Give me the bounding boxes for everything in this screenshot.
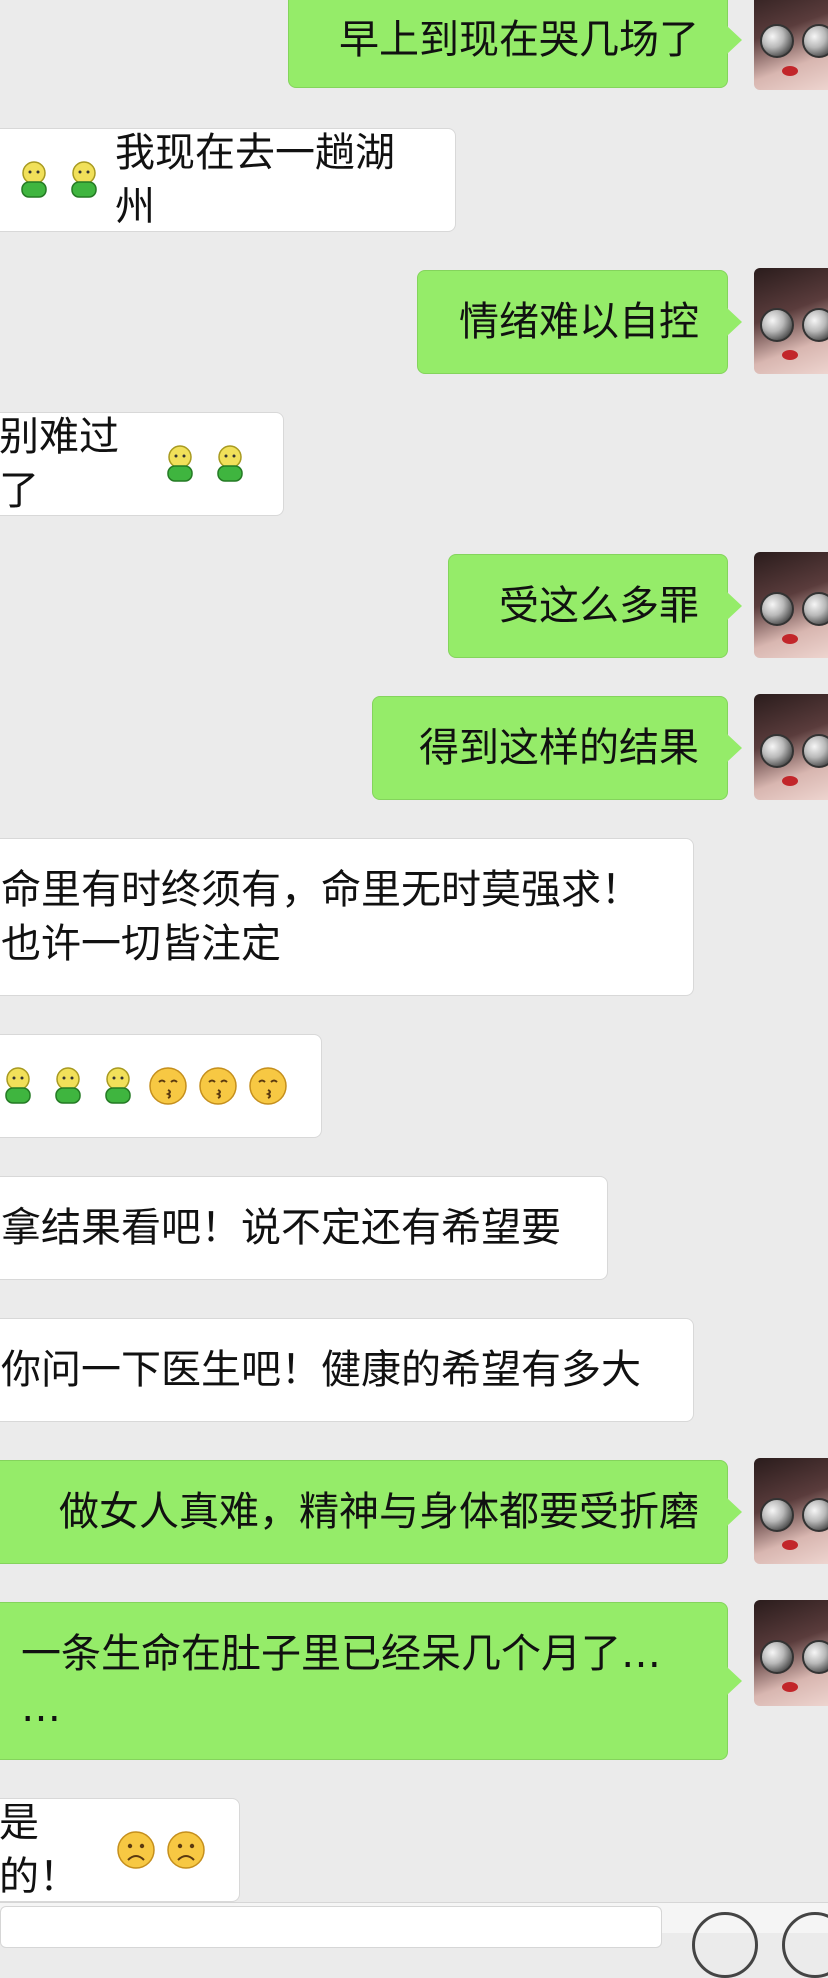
avatar[interactable] <box>754 0 828 90</box>
green-figure-icon <box>13 159 55 201</box>
green-figure-icon <box>0 1065 39 1107</box>
sad-face-icon <box>165 1829 207 1871</box>
green-figure-icon <box>63 159 105 201</box>
green-figure-icon <box>47 1065 89 1107</box>
kiss-face-icon <box>147 1065 189 1107</box>
message-bubble-outgoing[interactable]: 早上到现在哭几场了 <box>288 0 742 88</box>
avatar[interactable] <box>754 1458 828 1564</box>
message-bubble-incoming[interactable]: 我现在去一趟湖州 <box>0 128 456 232</box>
message-text: 是的！ <box>0 1800 79 1900</box>
message-bubble-incoming[interactable] <box>0 1034 322 1138</box>
message-bubble-outgoing[interactable]: 得到这样的结果 <box>372 696 742 800</box>
green-figure-icon <box>209 443 251 485</box>
kiss-face-icon <box>247 1065 289 1107</box>
message-bubble-outgoing[interactable]: 一条生命在肚子里已经呆几个月了… … <box>0 1602 742 1760</box>
message-text: 得到这样的结果 <box>419 725 699 771</box>
green-figure-icon <box>97 1065 139 1107</box>
avatar[interactable] <box>754 268 828 374</box>
message-bubble-incoming[interactable]: 拿结果看吧！说不定还有希望要 <box>0 1176 608 1280</box>
message-bubble-outgoing[interactable]: 情绪难以自控 <box>417 270 742 374</box>
message-input[interactable] <box>0 1906 662 1948</box>
message-text: 你问一下医生吧！健康的希望有多大 <box>1 1347 641 1393</box>
message-text: 做女人真难，精神与身体都要受折磨 <box>59 1489 699 1535</box>
avatar[interactable] <box>754 1600 828 1706</box>
message-bubble-incoming[interactable]: 命里有时终须有，命里无时莫强求！ 也许一切皆注定 <box>0 838 694 996</box>
message-text: 我现在去一趟湖州 <box>115 130 395 230</box>
message-text: 命里有时终须有，命里无时莫强求！ 也许一切皆注定 <box>1 867 641 967</box>
message-bubble-outgoing[interactable]: 受这么多罪 <box>448 554 742 658</box>
emoji-button[interactable] <box>692 1912 758 1978</box>
message-bubble-incoming[interactable]: 是的！ <box>0 1798 240 1902</box>
avatar[interactable] <box>754 694 828 800</box>
message-text: 一条生命在肚子里已经呆几个月了… … <box>21 1631 661 1731</box>
kiss-face-icon <box>197 1065 239 1107</box>
message-text: 情绪难以自控 <box>459 299 699 345</box>
message-bubble-outgoing[interactable]: 做女人真难，精神与身体都要受折磨 <box>0 1460 742 1564</box>
message-bubble-incoming[interactable]: 你问一下医生吧！健康的希望有多大 <box>0 1318 694 1422</box>
message-text: 早上到现在哭几场了 <box>339 17 699 63</box>
sad-face-icon <box>115 1829 157 1871</box>
message-text: 别难过了 <box>0 414 119 514</box>
message-bubble-incoming[interactable]: 别难过了 <box>0 412 284 516</box>
message-text: 受这么多罪 <box>499 583 699 629</box>
avatar[interactable] <box>754 552 828 658</box>
message-text: 拿结果看吧！说不定还有希望要 <box>1 1205 561 1251</box>
green-figure-icon <box>159 443 201 485</box>
